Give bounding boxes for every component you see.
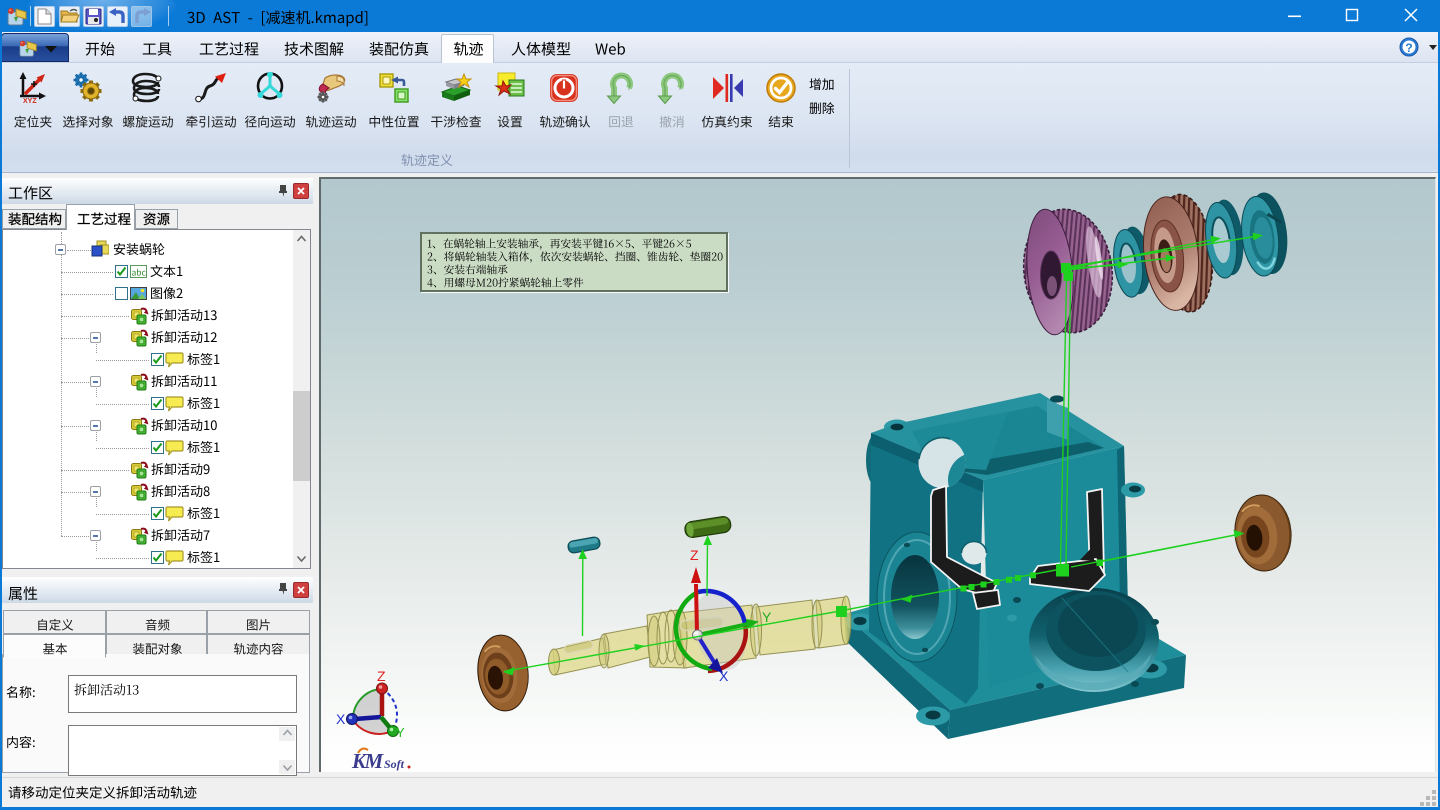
svg-text:Z: Z bbox=[690, 547, 699, 563]
svg-text:X: X bbox=[719, 668, 729, 684]
svg-text:XYZ: XYZ bbox=[23, 98, 37, 104]
svg-text:Soft: Soft bbox=[384, 757, 405, 771]
svg-text:Y: Y bbox=[762, 609, 772, 625]
svg-text:KM: KM bbox=[351, 749, 385, 772]
svg-text:Z: Z bbox=[377, 668, 386, 684]
svg-text:?: ? bbox=[1405, 41, 1412, 55]
svg-text:X: X bbox=[336, 711, 346, 727]
svg-text:Y: Y bbox=[396, 725, 405, 740]
